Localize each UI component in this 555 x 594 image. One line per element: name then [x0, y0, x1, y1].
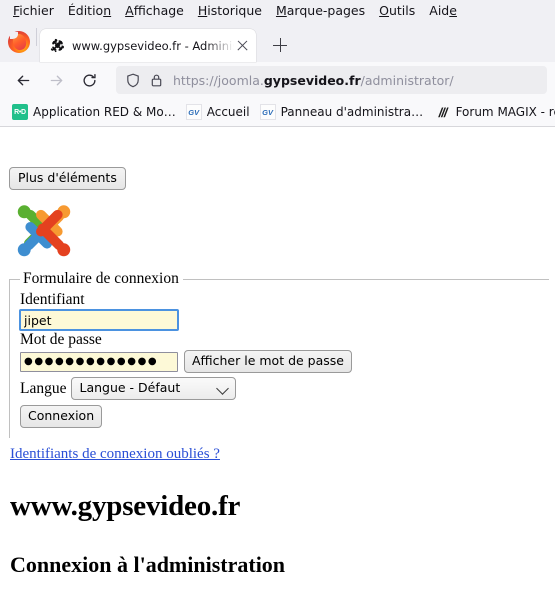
red-app-icon: R•D [12, 104, 28, 120]
login-form-fieldset: Formulaire de connexion Identifiant Mot … [9, 270, 549, 438]
language-label: Langue [20, 379, 67, 397]
browser-window: Fichier Édition Affichage Historique Mar… [0, 0, 555, 594]
bookmarks-toolbar: R•D Application RED & Mo… GV Accueil GV … [0, 98, 555, 127]
menu-bar: Fichier Édition Affichage Historique Mar… [0, 0, 555, 22]
password-label: Mot de passe [20, 331, 102, 348]
password-row: ●●●●●●●●●●●●● Afficher le mot de passe [20, 350, 549, 373]
bookmark-panneau-administration[interactable]: GV Panneau d'administrat… [255, 102, 430, 122]
show-password-button[interactable]: Afficher le mot de passe [184, 350, 352, 373]
bookmark-label: Forum MAGIX - retrou… [455, 105, 555, 119]
more-elements-button[interactable]: Plus d'éléments [9, 167, 126, 190]
gv-icon: GV [185, 104, 202, 120]
firefox-logo-icon [8, 31, 30, 53]
username-label: Identifiant [20, 291, 85, 308]
navigation-toolbar: https://joomla.gypsevideo.fr/administrat… [0, 62, 555, 98]
url-domain: gypsevideo.fr [263, 72, 361, 88]
language-row: Langue Langue - Défaut [20, 377, 549, 400]
bookmark-accueil[interactable]: GV Accueil [181, 102, 255, 122]
forgot-credentials-link[interactable]: Identifiants de connexion oubliés ? [10, 446, 220, 463]
bookmark-label: Accueil [206, 105, 250, 119]
menu-marque-pages[interactable]: Marque-pages [269, 1, 372, 21]
joomla-logo [17, 205, 71, 257]
new-tab-button[interactable] [266, 31, 294, 59]
password-input[interactable]: ●●●●●●●●●●●●● [20, 351, 178, 372]
login-form-legend: Formulaire de connexion [23, 270, 179, 287]
tab-strip: www.gypsevideo.fr - Administra [0, 22, 555, 62]
tab-title: www.gypsevideo.fr - Administra [72, 38, 234, 53]
url-text: https://joomla.gypsevideo.fr/administrat… [173, 73, 454, 88]
page-content: Plus d'éléments Formulaire de connexion … [0, 127, 555, 594]
menu-outils[interactable]: Outils [372, 1, 422, 21]
bookmark-application-red[interactable]: R•D Application RED & Mo… [7, 102, 181, 122]
padlock-icon[interactable] [147, 71, 165, 89]
menu-fichier[interactable]: Fichier [6, 1, 61, 21]
back-arrow-icon[interactable] [8, 65, 38, 95]
bookmark-label: Panneau d'administrat… [280, 105, 425, 119]
page-subtitle: Connexion à l'administration [10, 552, 286, 577]
browser-tab-active[interactable]: www.gypsevideo.fr - Administra [40, 29, 256, 62]
tab-separator [36, 28, 37, 46]
shield-icon[interactable] [124, 71, 142, 89]
magix-icon: /// [438, 104, 448, 120]
menu-affichage[interactable]: Affichage [118, 1, 191, 21]
url-prefix: https://joomla. [173, 72, 264, 88]
menu-edition[interactable]: Édition [61, 1, 118, 21]
menu-aide[interactable]: Aide [422, 1, 464, 21]
bookmark-forum-magix[interactable]: /// Forum MAGIX - retrou… [430, 102, 555, 122]
username-input[interactable] [19, 309, 179, 331]
reload-icon[interactable] [74, 65, 104, 95]
gv-icon: GV [259, 104, 276, 120]
login-submit-button[interactable]: Connexion [20, 405, 103, 428]
language-select-wrapper: Langue - Défaut [71, 377, 237, 400]
language-select[interactable]: Langue - Défaut [71, 377, 237, 400]
bookmark-label: Application RED & Mo… [33, 105, 176, 119]
address-bar[interactable]: https://joomla.gypsevideo.fr/administrat… [116, 66, 547, 94]
menu-historique[interactable]: Historique [191, 1, 269, 21]
forward-arrow-icon [41, 65, 71, 95]
joomla-favicon-icon [49, 38, 65, 54]
site-title: www.gypsevideo.fr [10, 490, 241, 522]
url-suffix: /administrator/ [360, 72, 454, 88]
close-icon[interactable] [235, 38, 250, 53]
